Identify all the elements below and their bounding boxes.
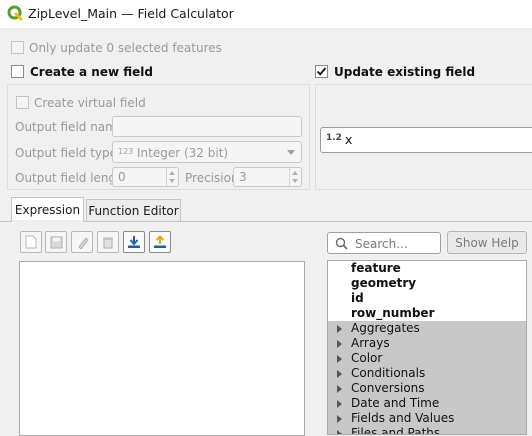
tab-expression[interactable]: Expression: [11, 197, 84, 222]
expand-arrow-icon: [337, 340, 342, 348]
function-search-input[interactable]: Search...: [327, 232, 441, 254]
output-name-input[interactable]: [112, 116, 302, 137]
update-field-checkbox[interactable]: [315, 65, 328, 78]
output-length-spinbox[interactable]: 0: [112, 167, 179, 187]
expand-arrow-icon: [337, 370, 342, 378]
list-item[interactable]: geometry: [328, 276, 526, 291]
function-group[interactable]: Date and Time: [328, 396, 526, 411]
function-group[interactable]: Conditionals: [328, 366, 526, 381]
virtual-field-checkbox[interactable]: [16, 96, 29, 109]
create-field-label: Create a new field: [30, 65, 153, 79]
title-bar: ZipLevel_Main — Field Calculator: [0, 0, 532, 28]
tab-function-editor[interactable]: Function Editor: [86, 199, 181, 222]
list-item[interactable]: feature: [328, 261, 526, 276]
output-type-select[interactable]: 123 Integer (32 bit): [112, 141, 302, 163]
expand-arrow-icon: [337, 400, 342, 408]
create-field-checkbox[interactable]: [11, 65, 24, 78]
expand-arrow-icon: [337, 325, 342, 333]
output-type-label: Output field type: [15, 146, 118, 160]
edit-icon[interactable]: [71, 231, 93, 253]
integer-type-icon: 123: [118, 147, 134, 156]
search-icon: [335, 237, 348, 250]
output-name-label: Output field name: [15, 120, 125, 134]
search-placeholder: Search...: [355, 237, 408, 251]
expand-arrow-icon: [337, 355, 342, 363]
decimal-type-icon: 1.2: [326, 133, 342, 143]
function-list[interactable]: feature geometry id row_number Aggregate…: [327, 260, 527, 435]
chevron-down-icon: [287, 150, 295, 155]
expand-arrow-icon: [337, 415, 342, 423]
update-field-label: Update existing field: [334, 65, 476, 79]
list-item[interactable]: row_number: [328, 306, 526, 321]
existing-field-select[interactable]: 1.2 x: [320, 127, 532, 153]
function-group[interactable]: Fields and Values: [328, 411, 526, 426]
precision-label: Precision: [185, 171, 239, 185]
show-help-button[interactable]: Show Help: [447, 231, 527, 254]
expand-arrow-icon: [337, 430, 342, 434]
existing-field-value: x: [345, 132, 353, 147]
function-group[interactable]: Arrays: [328, 336, 526, 351]
delete-icon[interactable]: [97, 231, 119, 253]
virtual-field-label: Create virtual field: [34, 96, 146, 110]
function-group[interactable]: Color: [328, 351, 526, 366]
list-item[interactable]: id: [328, 291, 526, 306]
precision-spinbox[interactable]: 3: [233, 167, 302, 187]
import-icon[interactable]: [123, 231, 145, 253]
new-file-icon[interactable]: [20, 231, 42, 253]
expand-arrow-icon: [337, 385, 342, 393]
function-group[interactable]: Files and Paths: [328, 426, 526, 434]
checkmark-icon: [316, 67, 327, 76]
spin-arrows-icon[interactable]: [289, 168, 301, 186]
function-group[interactable]: Conversions: [328, 381, 526, 396]
spin-arrows-icon[interactable]: [166, 168, 178, 186]
window-title: ZipLevel_Main — Field Calculator: [28, 6, 234, 21]
expression-editor[interactable]: [19, 261, 305, 436]
only-selected-checkbox[interactable]: [11, 41, 24, 54]
qgis-logo-icon: [7, 5, 23, 21]
only-selected-label: Only update 0 selected features: [29, 41, 222, 55]
function-group[interactable]: Aggregates: [328, 321, 526, 336]
output-type-value: Integer (32 bit): [137, 146, 229, 160]
export-icon[interactable]: [149, 231, 171, 253]
active-tab-joiner: [12, 220, 83, 222]
save-icon[interactable]: [45, 231, 67, 253]
